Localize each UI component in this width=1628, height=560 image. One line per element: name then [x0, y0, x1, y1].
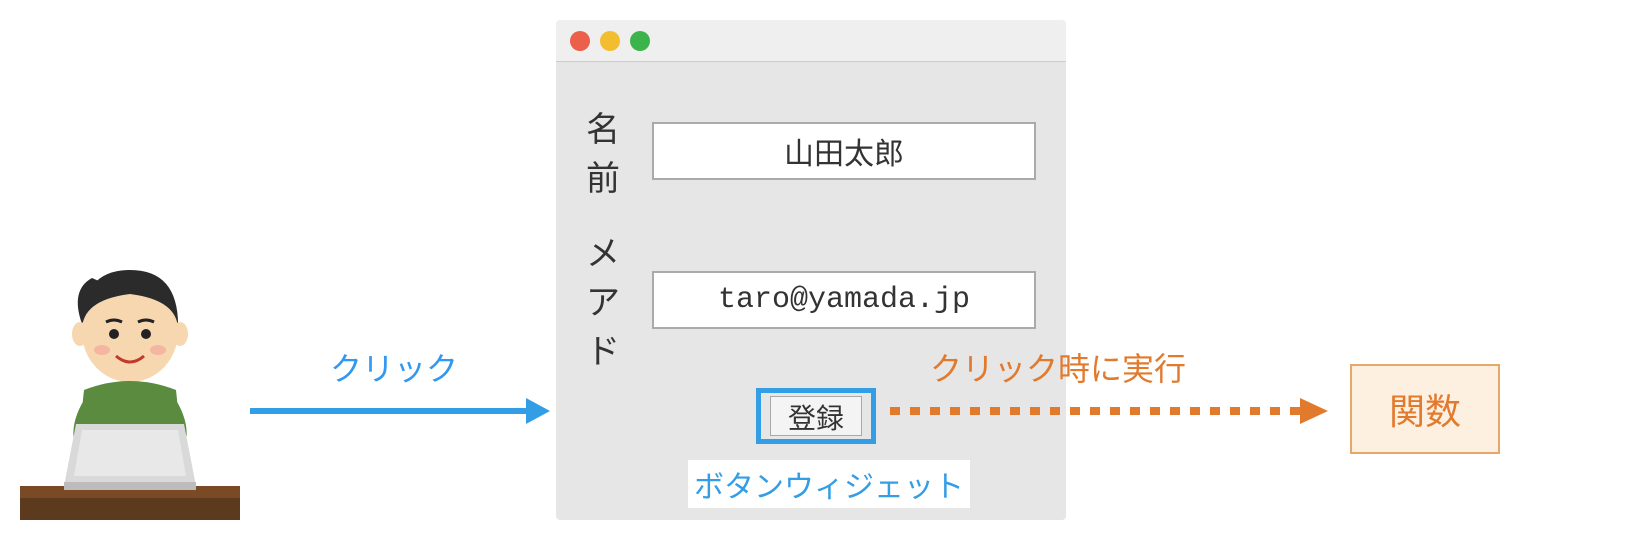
close-icon[interactable] — [570, 31, 590, 51]
app-window: 名前 メアド 登録 ボタンウィジェット — [556, 20, 1066, 520]
user-at-laptop-icon — [20, 260, 240, 520]
name-input[interactable] — [652, 122, 1036, 180]
execute-on-click-label: クリック時に実行 — [930, 344, 1186, 390]
function-label: 関数 — [1389, 383, 1461, 435]
button-widget-label: ボタンウィジェット — [688, 460, 970, 508]
click-label: クリック — [330, 344, 458, 390]
email-label: メアド — [586, 226, 652, 373]
dotted-arrow-icon — [890, 396, 1328, 426]
click-arrow-icon — [250, 396, 550, 426]
minimize-icon[interactable] — [600, 31, 620, 51]
window-titlebar — [556, 20, 1066, 62]
register-button-highlight: 登録 — [756, 388, 876, 444]
email-input[interactable] — [652, 271, 1036, 329]
name-row: 名前 — [586, 102, 1036, 200]
window-body: 名前 メアド — [556, 62, 1066, 373]
function-box: 関数 — [1350, 364, 1500, 454]
maximize-icon[interactable] — [630, 31, 650, 51]
register-button[interactable]: 登録 — [770, 396, 862, 436]
name-label: 名前 — [586, 102, 652, 200]
